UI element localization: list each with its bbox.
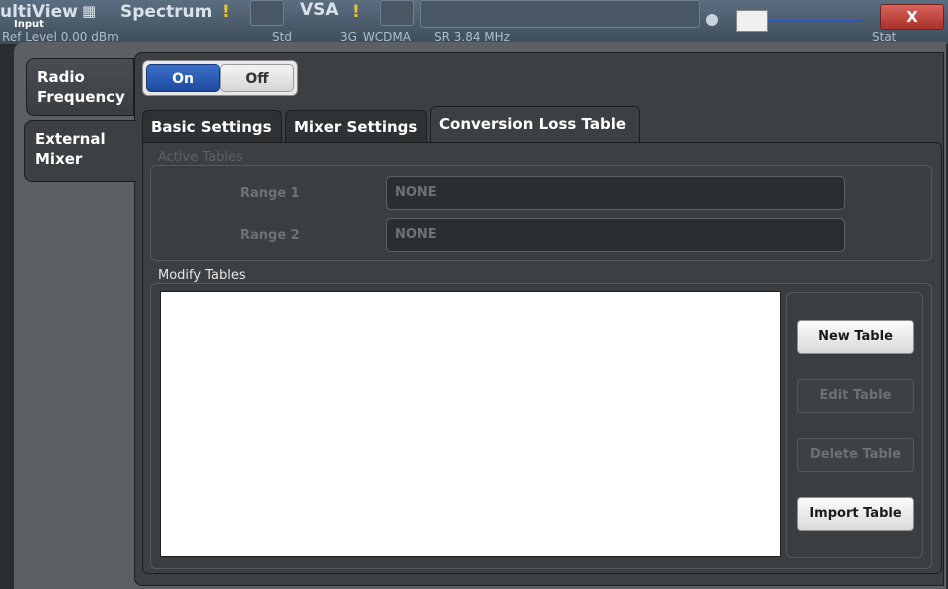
range2-field: NONE [386,218,845,252]
table-list[interactable] [160,291,781,557]
delete-table-button[interactable]: Delete Table [797,438,914,472]
on-button[interactable]: On [146,64,220,92]
tab-spectrum[interactable]: Spectrum [120,2,212,22]
off-button[interactable]: Off [220,64,294,92]
vsa-close-box[interactable] [380,0,414,26]
vsa-warning-icon: ! [352,2,360,22]
range2-label: Range 2 [240,228,300,243]
spectrum-close-box[interactable] [250,0,284,26]
window-bar [420,0,700,28]
slider-dot-icon [706,14,718,26]
app-title-bar: ultiView ▦ Spectrum ! VSA ! Input Ref Le… [0,0,948,44]
tab-basic-settings[interactable]: Basic Settings [142,110,282,142]
tab-vsa[interactable]: VSA [300,0,339,20]
modify-tables-title: Modify Tables [158,268,246,283]
slider-track[interactable] [768,20,862,22]
range1-field: NONE [386,176,845,210]
nav-radio-frequency[interactable]: Radio Frequency [26,58,134,116]
tab-mixer-settings[interactable]: Mixer Settings [285,110,427,142]
nav-radio-frequency-label: Radio Frequency [37,68,125,106]
nav-external-mixer[interactable]: External Mixer [24,120,136,182]
slider-handle[interactable] [736,10,768,32]
input-dialog-title: Input [14,19,44,30]
mixer-state-toggle[interactable]: On Off [142,60,298,96]
active-tables-title: Active Tables [158,150,243,165]
edit-table-button[interactable]: Edit Table [797,379,914,413]
import-table-button[interactable]: Import Table [797,497,914,531]
nav-external-mixer-label: External Mixer [35,130,106,168]
multiview-icon: ▦ [82,2,97,20]
range1-label: Range 1 [240,186,300,201]
close-button[interactable]: X [880,4,944,30]
spectrum-warning-icon: ! [222,2,230,22]
new-table-button[interactable]: New Table [797,320,914,354]
tab-conversion-loss-table[interactable]: Conversion Loss Table [430,106,640,143]
